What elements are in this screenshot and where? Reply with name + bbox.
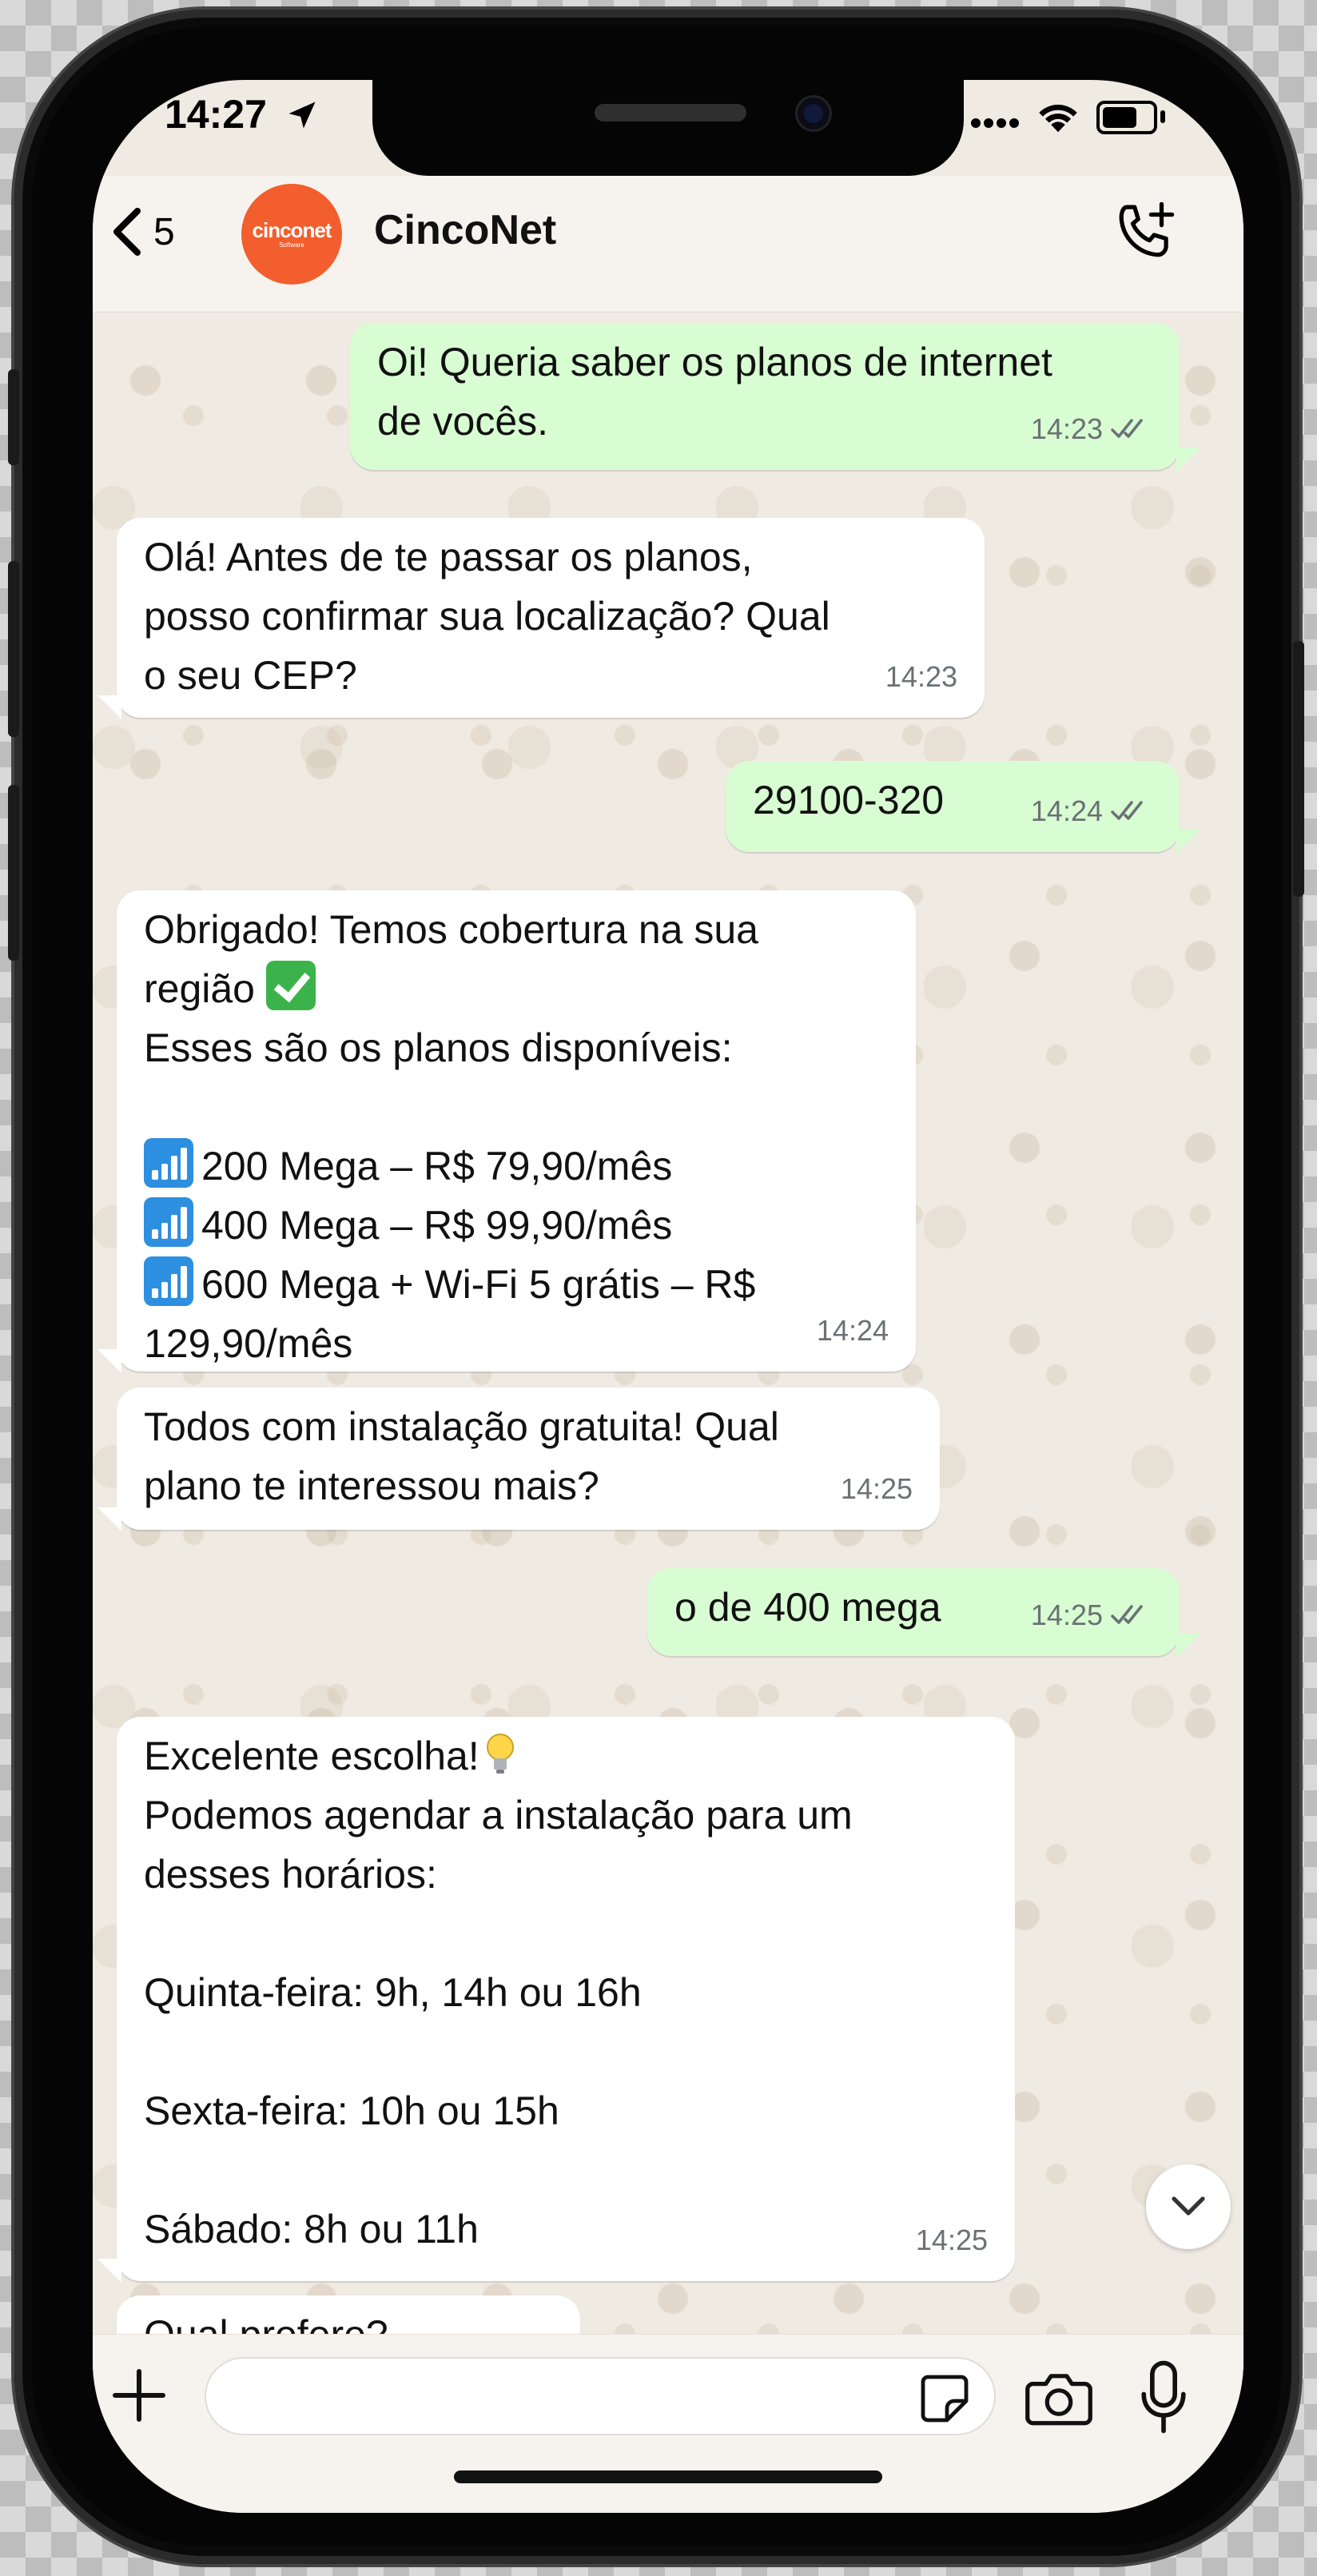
bubble-tail bbox=[97, 695, 121, 719]
message-bubble-incoming[interactable]: Obrigado! Temos cobertura na sua região … bbox=[117, 890, 916, 1372]
plan-item-continued: 129,90/mês bbox=[144, 1321, 353, 1366]
bubble-tail bbox=[97, 1507, 121, 1531]
location-arrow-icon bbox=[288, 102, 316, 129]
contact-avatar[interactable]: cinconet Software bbox=[241, 184, 342, 285]
home-indicator bbox=[454, 2470, 882, 2483]
battery-tip bbox=[1160, 110, 1165, 123]
bubble-tail bbox=[1176, 1634, 1200, 1658]
add-call-icon[interactable] bbox=[1108, 197, 1180, 269]
message-input[interactable] bbox=[205, 2357, 996, 2435]
message-time: 14:24 bbox=[816, 1314, 889, 1347]
message-text: Excelente escolha! Podemos agendar a ins… bbox=[144, 1726, 988, 2259]
unread-count: 5 bbox=[153, 210, 175, 253]
message-time: 14:23 bbox=[885, 660, 957, 693]
message-bubble-outgoing[interactable]: 29100-320 14:24 bbox=[726, 761, 1180, 852]
power-button bbox=[1293, 641, 1304, 897]
back-button[interactable]: 5 bbox=[110, 200, 175, 264]
plan-item: 600 Mega + Wi-Fi 5 grátis – R$ bbox=[201, 1262, 756, 1307]
message-bubble-outgoing[interactable]: o de 400 mega 14:25 bbox=[647, 1568, 1180, 1656]
message-text: Todos com instalação gratuita! Qual plan… bbox=[144, 1404, 779, 1508]
contact-name[interactable]: CincoNet bbox=[374, 206, 556, 254]
double-check-icon bbox=[1111, 801, 1143, 820]
message-time: 14:25 bbox=[840, 1472, 913, 1505]
message-text: Olá! Antes de te passar os planos, posso… bbox=[144, 535, 830, 698]
phone-frame: 14:27 5 cinconet Software CincoNet Oi! Q… bbox=[8, 10, 1304, 2564]
speaker-grille bbox=[595, 104, 746, 121]
plus-icon[interactable] bbox=[107, 2363, 171, 2427]
bubble-tail bbox=[1176, 448, 1200, 472]
microphone-icon[interactable] bbox=[1140, 2360, 1188, 2434]
message-bubble-incoming[interactable]: Todos com instalação gratuita! Qual plan… bbox=[117, 1388, 940, 1530]
message-bubble-incoming[interactable]: Olá! Antes de te passar os planos, posso… bbox=[117, 518, 985, 718]
chat-header: 5 cinconet Software CincoNet bbox=[93, 176, 1243, 313]
sticker-icon[interactable] bbox=[916, 2370, 973, 2427]
avatar-logo-subtext: Software bbox=[279, 241, 304, 249]
message-time: 14:24 bbox=[1030, 794, 1103, 827]
message-text: Obrigado! Temos cobertura na sua região … bbox=[144, 907, 758, 1366]
notch bbox=[372, 80, 964, 176]
antenna-bars-emoji-icon bbox=[144, 1256, 193, 1306]
volume-down-button-2 bbox=[8, 785, 19, 961]
message-composer bbox=[93, 2334, 1243, 2513]
bubble-tail bbox=[97, 2259, 121, 2283]
double-check-icon bbox=[1111, 1605, 1143, 1624]
status-time: 14:27 bbox=[165, 92, 267, 137]
double-check-icon bbox=[1111, 419, 1143, 438]
scroll-to-bottom-button[interactable] bbox=[1146, 2164, 1231, 2249]
message-bubble-incoming[interactable]: Excelente escolha! Podemos agendar a ins… bbox=[117, 1717, 1015, 2281]
bubble-tail bbox=[97, 1349, 121, 1373]
chevron-down-icon bbox=[1172, 2196, 1205, 2216]
message-time: 14:23 bbox=[1030, 412, 1103, 445]
phone-screen: 14:27 5 cinconet Software CincoNet Oi! Q… bbox=[93, 80, 1243, 2513]
volume-up-button bbox=[8, 369, 19, 465]
cellular-signal-icon bbox=[971, 118, 1019, 128]
antenna-bars-emoji-icon bbox=[144, 1197, 193, 1247]
message-bubble-outgoing[interactable]: Oi! Queria saber os planos de internet d… bbox=[350, 323, 1180, 470]
camera-icon[interactable] bbox=[1025, 2368, 1093, 2426]
light-bulb-emoji-icon bbox=[486, 1734, 514, 1774]
front-camera bbox=[798, 98, 830, 129]
status-bar: 14:27 bbox=[93, 80, 1243, 192]
bubble-tail bbox=[1176, 830, 1200, 854]
wifi-icon bbox=[1039, 105, 1077, 133]
plan-item: 400 Mega – R$ 99,90/mês bbox=[201, 1203, 673, 1248]
volume-down-button bbox=[8, 561, 19, 737]
battery-icon bbox=[1096, 101, 1157, 134]
antenna-bars-emoji-icon bbox=[144, 1138, 193, 1188]
white-check-mark-emoji-icon bbox=[265, 961, 316, 1010]
avatar-logo-text: cinconet bbox=[252, 218, 332, 242]
chevron-left-icon bbox=[113, 208, 141, 256]
message-time: 14:25 bbox=[915, 2224, 988, 2256]
plan-item: 200 Mega – R$ 79,90/mês bbox=[201, 1144, 673, 1188]
message-time: 14:25 bbox=[1030, 1599, 1103, 1631]
